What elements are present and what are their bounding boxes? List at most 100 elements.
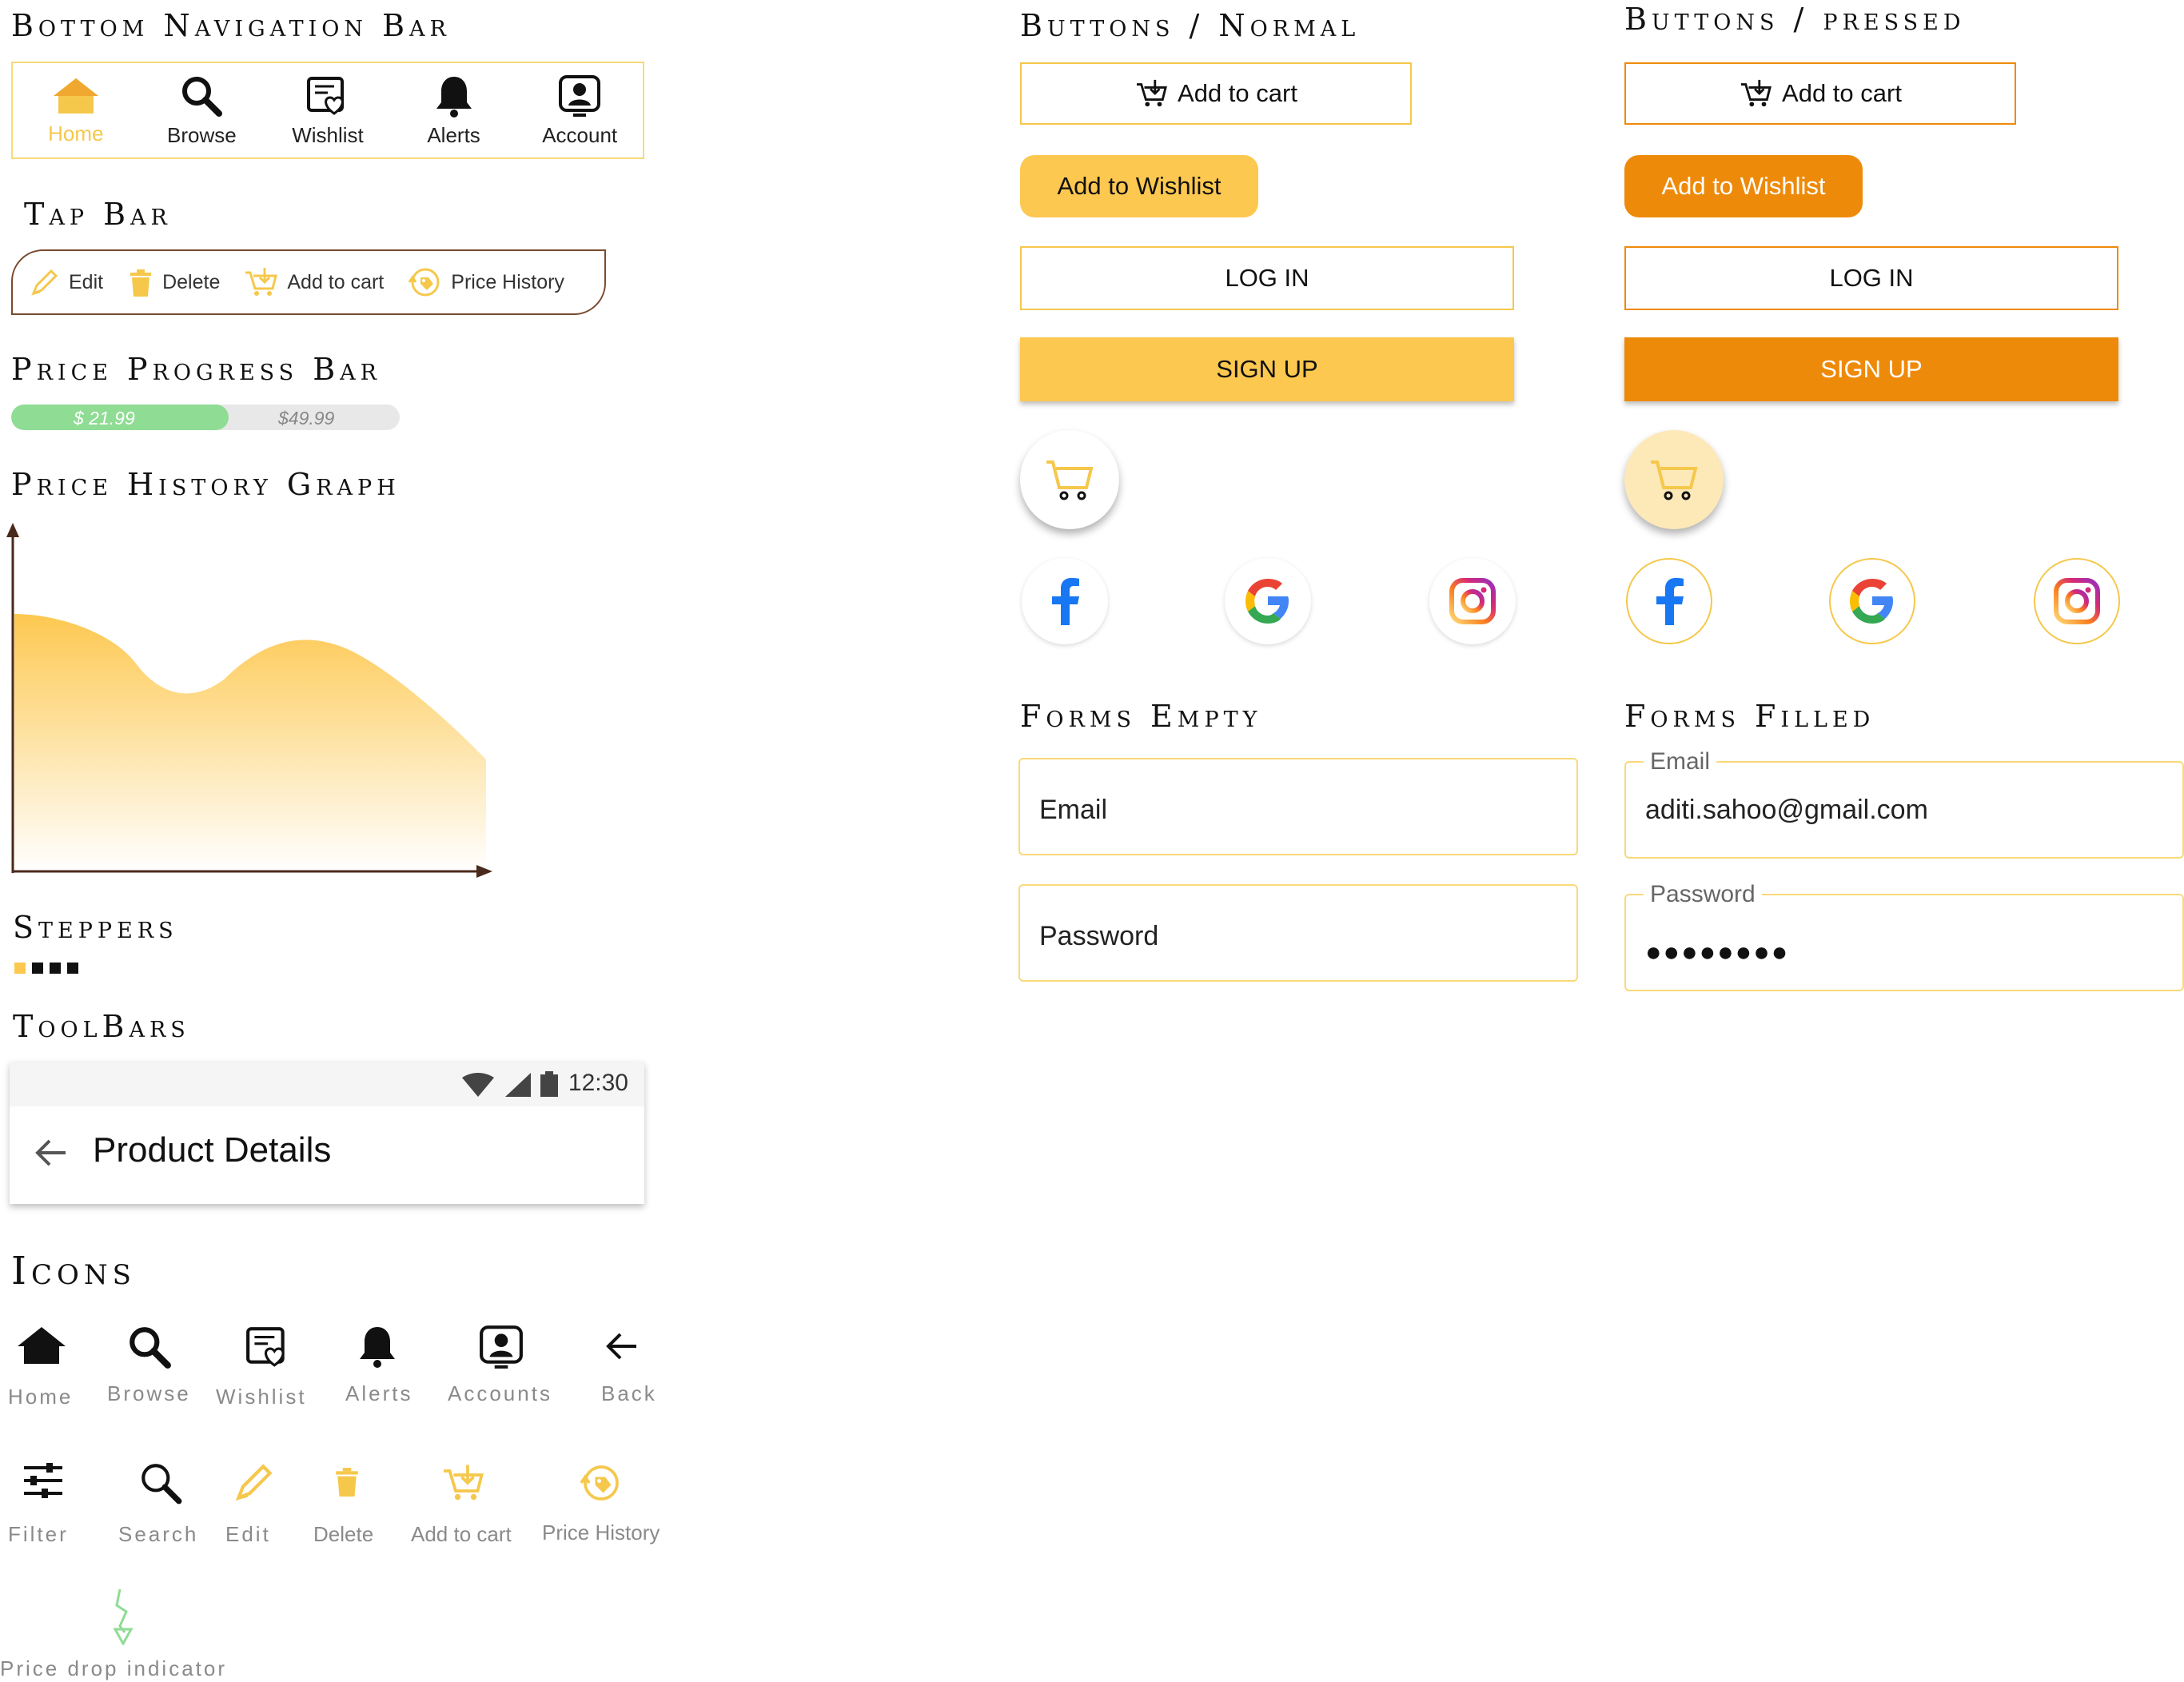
icon-label: Browse — [107, 1381, 191, 1405]
bottom-nav-alerts[interactable]: Alerts — [394, 74, 514, 148]
google-icon — [1244, 577, 1292, 625]
bottom-nav-home[interactable]: Home — [16, 75, 136, 146]
icon-label: Alerts — [345, 1381, 413, 1405]
password-label: Password — [1644, 881, 1762, 908]
tap-label: Delete — [162, 270, 221, 293]
tap-label: Add to cart — [287, 270, 385, 293]
search-icon — [179, 74, 224, 118]
cart-add-icon — [441, 1463, 486, 1503]
bottom-nav-label: Home — [48, 121, 104, 145]
original-price: $49.99 — [278, 408, 335, 428]
price-progress-bar: $ 21.99 $49.99 — [11, 405, 400, 430]
google-icon — [1848, 577, 1896, 625]
button-label: SIGN UP — [1820, 355, 1923, 383]
bottom-nav-label: Alerts — [427, 122, 480, 147]
icon-label: Back — [601, 1381, 657, 1405]
tap-add-to-cart[interactable]: Add to cart — [244, 266, 384, 298]
tap-price-history[interactable]: Price History — [408, 266, 564, 298]
tap-edit[interactable]: Edit — [29, 266, 103, 298]
cart-add-icon — [1739, 78, 1774, 109]
password-field[interactable]: Password — [1018, 884, 1578, 982]
email-field-filled[interactable]: Email aditi.sahoo@gmail.com — [1624, 748, 2184, 859]
cart-fab-button[interactable] — [1020, 430, 1119, 529]
google-button[interactable] — [1225, 558, 1311, 644]
price-progress-title: Price Progress Bar — [11, 352, 381, 387]
bottom-nav-account[interactable]: Account — [520, 74, 640, 148]
buttons-normal-title: Buttons / Normal — [1020, 8, 1361, 43]
button-label: LOG IN — [1829, 264, 1914, 292]
button-label: Add to cart — [1178, 79, 1297, 107]
instagram-button[interactable] — [1429, 558, 1516, 644]
icon-label: Delete — [313, 1522, 374, 1546]
battery-icon — [540, 1071, 558, 1097]
status-time: 12:30 — [568, 1070, 628, 1096]
wishlist-icon — [305, 74, 350, 118]
home-icon — [52, 75, 100, 117]
wishlist-icon — [245, 1324, 291, 1370]
filter-icon — [22, 1460, 64, 1501]
stepper-dot[interactable] — [50, 963, 61, 974]
bottom-nav-label: Wishlist — [292, 122, 364, 147]
stepper-dot-active[interactable] — [14, 963, 26, 974]
price-history-graph — [0, 520, 512, 879]
forms-empty-title: Forms Empty — [1020, 699, 1262, 734]
stepper-dot[interactable] — [32, 963, 43, 974]
account-icon — [478, 1324, 524, 1370]
password-value: ●●●●●●●● — [1645, 937, 1790, 967]
add-to-wishlist-button[interactable]: Add to Wishlist — [1020, 155, 1258, 217]
instagram-icon — [2053, 577, 2101, 625]
trash-icon — [333, 1463, 361, 1500]
icon-label: Add to cart — [411, 1522, 512, 1546]
icon-label: Price History — [542, 1521, 660, 1544]
login-button-pressed[interactable]: LOG IN — [1624, 246, 2118, 310]
email-value: aditi.sahoo@gmail.com — [1645, 795, 1928, 825]
account-icon — [557, 74, 602, 118]
add-to-cart-button-pressed[interactable]: Add to cart — [1624, 62, 2016, 125]
bottom-nav-label: Browse — [167, 122, 237, 147]
y-axis-arrow — [6, 523, 19, 537]
password-field-filled[interactable]: Password ●●●●●●●● — [1624, 881, 2184, 991]
bottom-navigation-bar: Home Browse Wishlist Alerts Account — [11, 62, 644, 159]
signal-icon — [505, 1073, 531, 1097]
facebook-icon — [1049, 577, 1081, 625]
tap-bar: Edit Delete Add to cart Price History — [11, 249, 606, 315]
instagram-button-pressed[interactable] — [2034, 558, 2120, 644]
wifi-icon — [462, 1073, 494, 1097]
icon-label: Accounts — [448, 1381, 552, 1405]
add-to-wishlist-button-pressed[interactable]: Add to Wishlist — [1624, 155, 1863, 217]
toolbars-title: ToolBars — [13, 1009, 190, 1044]
icon-label: Filter — [8, 1522, 69, 1546]
icon-label: Search — [118, 1522, 199, 1546]
forms-filled-title: Forms Filled — [1624, 699, 1875, 734]
price-drop-indicator-icon — [109, 1588, 137, 1645]
graph-area — [14, 614, 486, 871]
toolbar-title: Product Details — [93, 1130, 332, 1170]
bell-icon — [357, 1324, 398, 1369]
bottom-nav-wishlist[interactable]: Wishlist — [268, 74, 388, 148]
stepper-dot[interactable] — [67, 963, 78, 974]
back-icon — [604, 1332, 640, 1361]
search-icon — [126, 1324, 173, 1370]
add-to-cart-button[interactable]: Add to cart — [1020, 62, 1412, 125]
cart-icon — [1649, 457, 1699, 502]
password-placeholder: Password — [1039, 921, 1159, 951]
icon-label: Wishlist — [216, 1385, 307, 1409]
signup-button-pressed[interactable]: SIGN UP — [1624, 337, 2118, 401]
bottom-nav-browse[interactable]: Browse — [141, 74, 261, 148]
google-button-pressed[interactable] — [1829, 558, 1915, 644]
tap-delete[interactable]: Delete — [127, 266, 220, 298]
search-icon — [137, 1460, 184, 1506]
button-label: LOG IN — [1225, 264, 1309, 292]
cart-fab-button-pressed[interactable] — [1624, 430, 1724, 529]
signup-button[interactable]: SIGN UP — [1020, 337, 1514, 401]
cart-icon — [1045, 457, 1094, 502]
tap-label: Price History — [451, 270, 564, 293]
email-field[interactable]: Email — [1018, 758, 1578, 855]
facebook-button-pressed[interactable] — [1626, 558, 1712, 644]
email-placeholder: Email — [1039, 795, 1108, 825]
bottom-nav-title: Bottom Navigation Bar — [11, 8, 451, 43]
facebook-button[interactable] — [1022, 558, 1108, 644]
facebook-icon — [1653, 577, 1685, 625]
login-button[interactable]: LOG IN — [1020, 246, 1514, 310]
back-arrow-icon[interactable] — [34, 1138, 69, 1167]
